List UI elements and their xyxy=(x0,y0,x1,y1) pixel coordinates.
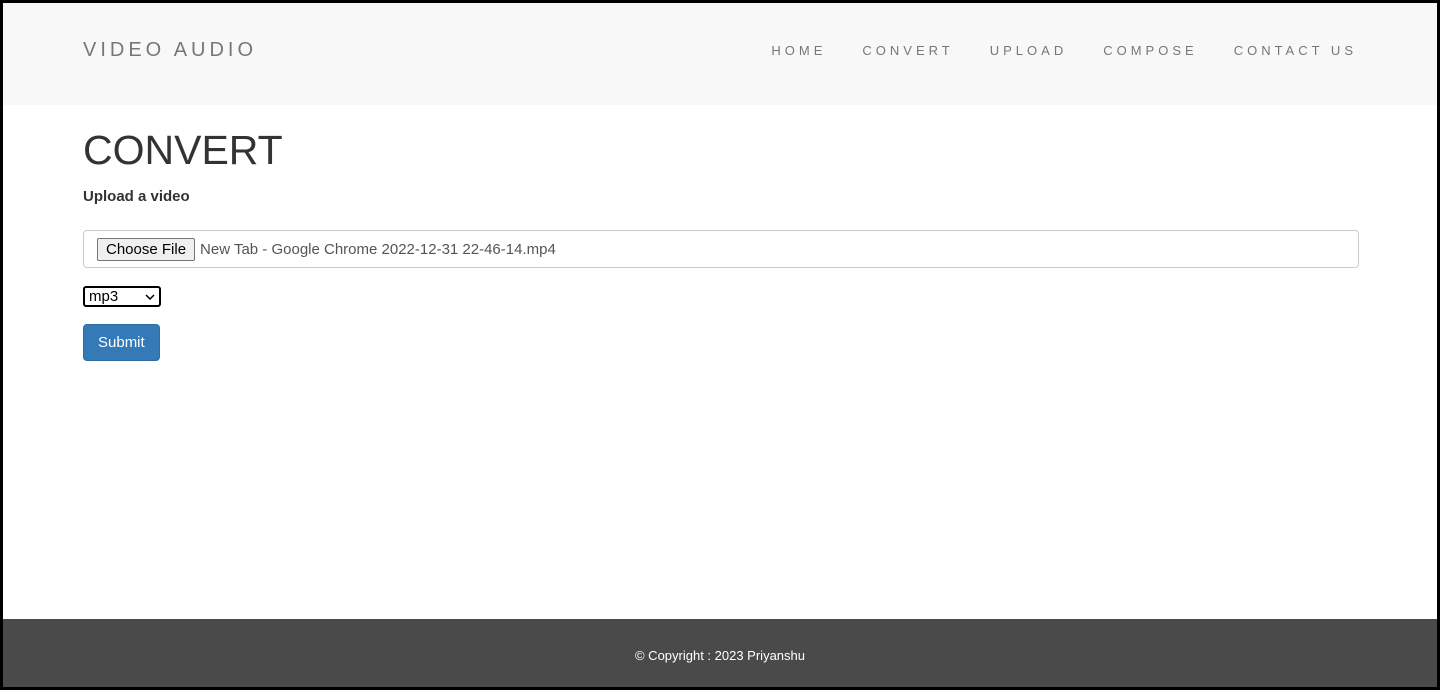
nav-home[interactable]: HOME xyxy=(771,43,826,58)
brand-logo[interactable]: VIDEO AUDIO xyxy=(83,39,257,62)
page-title: CONVERT xyxy=(83,127,283,173)
file-name: New Tab - Google Chrome 2022-12-31 22-46… xyxy=(200,240,556,258)
upload-label: Upload a video xyxy=(83,188,190,205)
copyright-text: © Copyright : 2023 Priyanshu xyxy=(634,648,805,663)
nav-menu: HOME CONVERT UPLOAD COMPOSE CONTACT US xyxy=(771,43,1357,58)
footer: © Copyright : 2023 Priyanshu xyxy=(3,619,1437,687)
navbar: VIDEO AUDIO HOME CONVERT UPLOAD COMPOSE … xyxy=(3,3,1437,105)
nav-convert[interactable]: CONVERT xyxy=(862,43,953,58)
format-value: mp3 xyxy=(89,288,119,305)
nav-upload[interactable]: UPLOAD xyxy=(990,43,1067,58)
nav-compose[interactable]: COMPOSE xyxy=(1103,43,1197,58)
file-input[interactable]: Choose File New Tab - Google Chrome 2022… xyxy=(83,230,1359,268)
format-select[interactable]: mp3 xyxy=(83,286,161,307)
chevron-down-icon xyxy=(145,293,155,300)
choose-file-button[interactable]: Choose File xyxy=(97,237,196,261)
nav-contact-us[interactable]: CONTACT US xyxy=(1234,43,1357,58)
main-content: CONVERT Upload a video Choose File New T… xyxy=(83,127,1359,361)
submit-button[interactable]: Submit xyxy=(83,324,160,361)
